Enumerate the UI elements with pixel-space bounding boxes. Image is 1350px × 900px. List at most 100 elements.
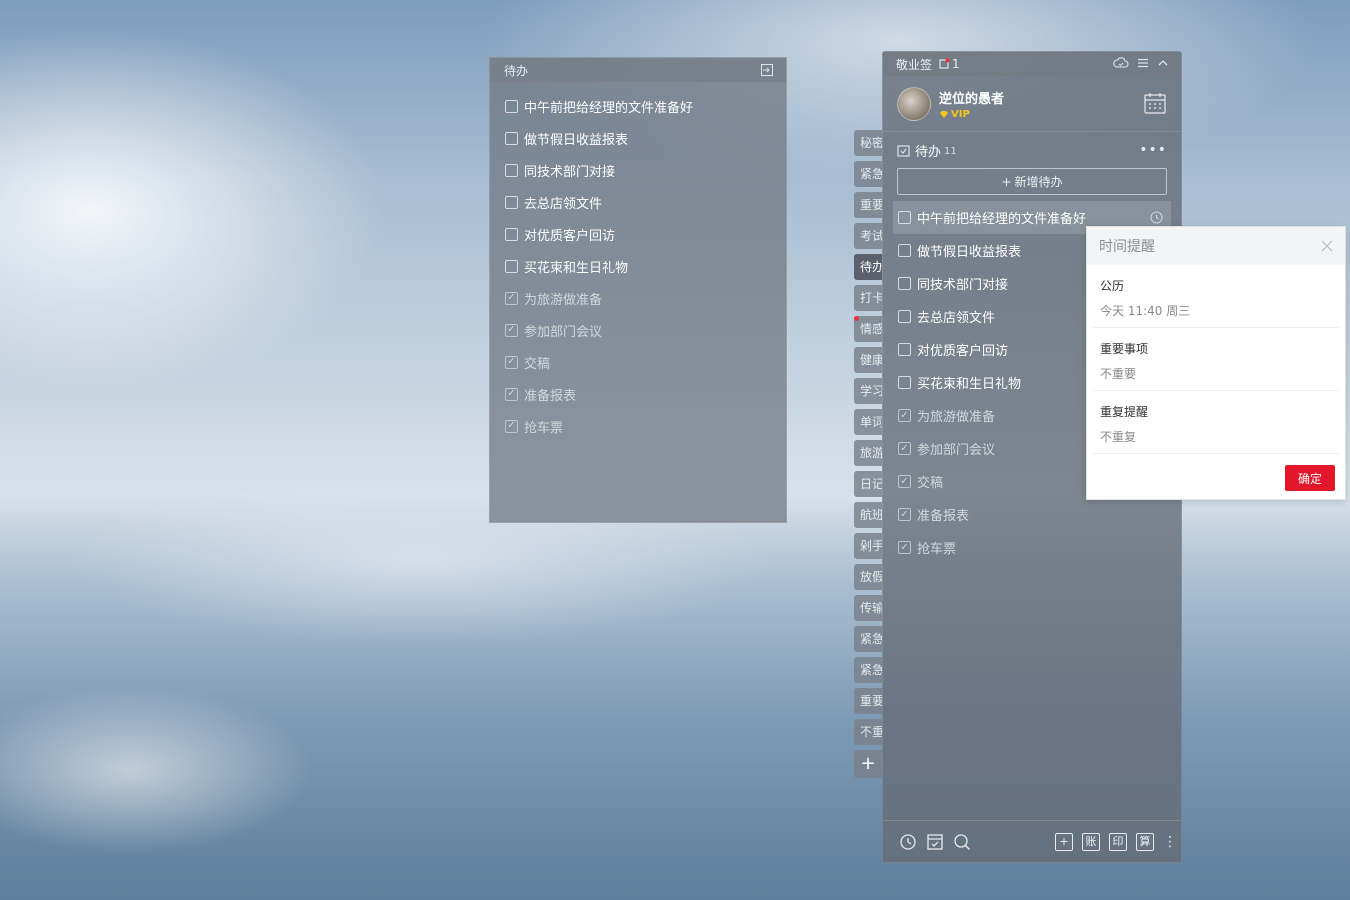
todo-item[interactable]: ✓ 交稿 [490, 346, 786, 378]
side-tab[interactable]: 重要 [854, 688, 882, 714]
checkbox-checked[interactable]: ✓ [898, 541, 911, 554]
todo-item-label: 准备报表 [917, 509, 970, 524]
todo-count: 11 [944, 146, 957, 157]
vip-label: VIP [951, 108, 970, 120]
side-tab[interactable]: 单词 [854, 409, 882, 435]
todo-item[interactable]: ✓ 参加部门会议 [490, 314, 786, 346]
todo-item-label: 交稿 [524, 356, 551, 372]
add-button[interactable]: + [1055, 832, 1073, 851]
plus-icon: + [1001, 174, 1012, 189]
more-menu-icon[interactable]: ⋮ [1163, 833, 1177, 851]
checkbox[interactable] [505, 163, 518, 177]
todo-item[interactable]: ✓ 准备报表 [883, 498, 1181, 531]
todo-item[interactable]: 中午前把给经理的文件准备好 [490, 90, 786, 122]
side-tab[interactable]: 秘密 [854, 130, 882, 156]
checkbox[interactable] [505, 99, 518, 113]
user-name[interactable]: 逆位的愚者 [939, 88, 1004, 107]
todo-item[interactable]: 同技术部门对接 [490, 154, 786, 186]
side-tab[interactable]: 待办 [854, 254, 882, 280]
ledger-button[interactable]: 账 [1082, 832, 1100, 851]
checkbox[interactable] [505, 227, 518, 241]
checkbox-checked[interactable]: ✓ [505, 419, 518, 433]
checkbox[interactable] [898, 277, 911, 290]
side-tab[interactable]: 放假 [854, 564, 882, 590]
todo-item[interactable]: 去总店领文件 [490, 186, 786, 218]
add-tab-button[interactable]: + [854, 750, 882, 778]
note-panel-title: 待办 [504, 63, 529, 78]
checkbox[interactable] [898, 376, 911, 389]
checkbox-checked[interactable]: ✓ [898, 475, 911, 488]
side-tab[interactable]: 紧急 [854, 161, 882, 187]
time-reminder-dialog: 时间提醒 公历 今天 11:40 周三 重要事项 不重要 重复提醒 不重复 确定 [1086, 226, 1346, 500]
side-tab[interactable]: 航班 [854, 502, 882, 528]
collapse-icon[interactable] [1157, 57, 1169, 72]
notification-button[interactable]: 1 [938, 57, 960, 71]
side-tab[interactable]: 打卡 [854, 285, 882, 311]
todo-check-icon [897, 144, 910, 157]
print-button[interactable]: 印 [1109, 832, 1127, 851]
app-footer: + 账 印 算 ⋮ [883, 820, 1181, 862]
reminder-title: 时间提醒 [1099, 239, 1155, 255]
avatar[interactable] [897, 86, 931, 121]
side-tab[interactable]: 日记 [854, 471, 882, 497]
importance-value: 不重要 [1100, 367, 1137, 381]
checkbox[interactable] [898, 343, 911, 356]
todo-item-label: 做节假日收益报表 [917, 245, 1022, 260]
side-tab[interactable]: 学习 [854, 378, 882, 404]
checkbox-checked[interactable]: ✓ [505, 387, 518, 401]
checkbox-checked[interactable]: ✓ [505, 355, 518, 369]
reminder-header: 时间提醒 [1087, 227, 1345, 265]
todo-item[interactable]: ✓ 抢车票 [883, 531, 1181, 564]
todo-item[interactable]: 做节假日收益报表 [490, 122, 786, 154]
checkbox-checked[interactable]: ✓ [505, 323, 518, 337]
clock-icon[interactable] [899, 833, 917, 851]
side-tab[interactable]: 重要 [854, 192, 882, 218]
side-tab[interactable]: 传输 [854, 595, 882, 621]
todo-item-label: 同技术部门对接 [524, 164, 616, 180]
side-tab[interactable]: 不重 [854, 719, 882, 745]
checkbox-checked[interactable]: ✓ [898, 409, 911, 422]
side-tab[interactable]: 健康 [854, 347, 882, 373]
repeat-value: 不重复 [1100, 430, 1137, 444]
todo-item[interactable]: 买花束和生日礼物 [490, 250, 786, 282]
more-options-icon[interactable]: ••• [1139, 142, 1167, 158]
checkbox[interactable] [505, 195, 518, 209]
todo-item[interactable]: ✓ 抢车票 [490, 410, 786, 442]
side-tab[interactable]: 考试 [854, 223, 882, 249]
todo-item[interactable]: ✓ 准备报表 [490, 378, 786, 410]
repeat-row[interactable]: 重复提醒 不重复 [1093, 391, 1339, 454]
todo-item-label: 中午前把给经理的文件准备好 [524, 100, 694, 116]
importance-row[interactable]: 重要事项 不重要 [1093, 328, 1339, 391]
side-tab[interactable]: 旅游 [854, 440, 882, 466]
importance-label: 重要事项 [1100, 342, 1149, 356]
side-tab[interactable]: 紧急 [854, 657, 882, 683]
checkbox-checked[interactable]: ✓ [898, 508, 911, 521]
cloud-sync-icon[interactable] [1113, 56, 1129, 72]
checkbox[interactable] [505, 259, 518, 273]
vip-badge[interactable]: VIP [939, 109, 1004, 120]
add-todo-button[interactable]: + 新增待办 [897, 168, 1167, 195]
menu-icon[interactable] [1137, 57, 1149, 72]
archive-icon[interactable] [926, 833, 944, 851]
calculator-button[interactable]: 算 [1136, 832, 1154, 851]
side-tab[interactable]: 剁手 [854, 533, 882, 559]
todo-item[interactable]: 对优质客户回访 [490, 218, 786, 250]
todo-item-label: 参加部门会议 [524, 324, 603, 340]
search-icon[interactable] [953, 833, 971, 851]
reminder-datetime-row[interactable]: 公历 今天 11:40 周三 [1093, 265, 1339, 328]
calendar-icon[interactable] [1143, 91, 1167, 115]
close-icon[interactable] [1321, 240, 1333, 252]
checkbox[interactable] [898, 211, 911, 224]
checkbox-checked[interactable]: ✓ [505, 291, 518, 305]
reminder-datetime: 今天 11:40 周三 [1100, 304, 1191, 318]
checkbox[interactable] [505, 131, 518, 145]
todo-item-label: 为旅游做准备 [524, 292, 603, 308]
checkbox-checked[interactable]: ✓ [898, 442, 911, 455]
checkbox[interactable] [898, 244, 911, 257]
reminder-clock-icon[interactable] [1150, 211, 1163, 224]
todo-item[interactable]: ✓ 为旅游做准备 [490, 282, 786, 314]
exit-icon[interactable] [760, 63, 774, 77]
checkbox[interactable] [898, 310, 911, 323]
side-tab[interactable]: 紧急 [854, 626, 882, 652]
confirm-button[interactable]: 确定 [1285, 465, 1335, 491]
